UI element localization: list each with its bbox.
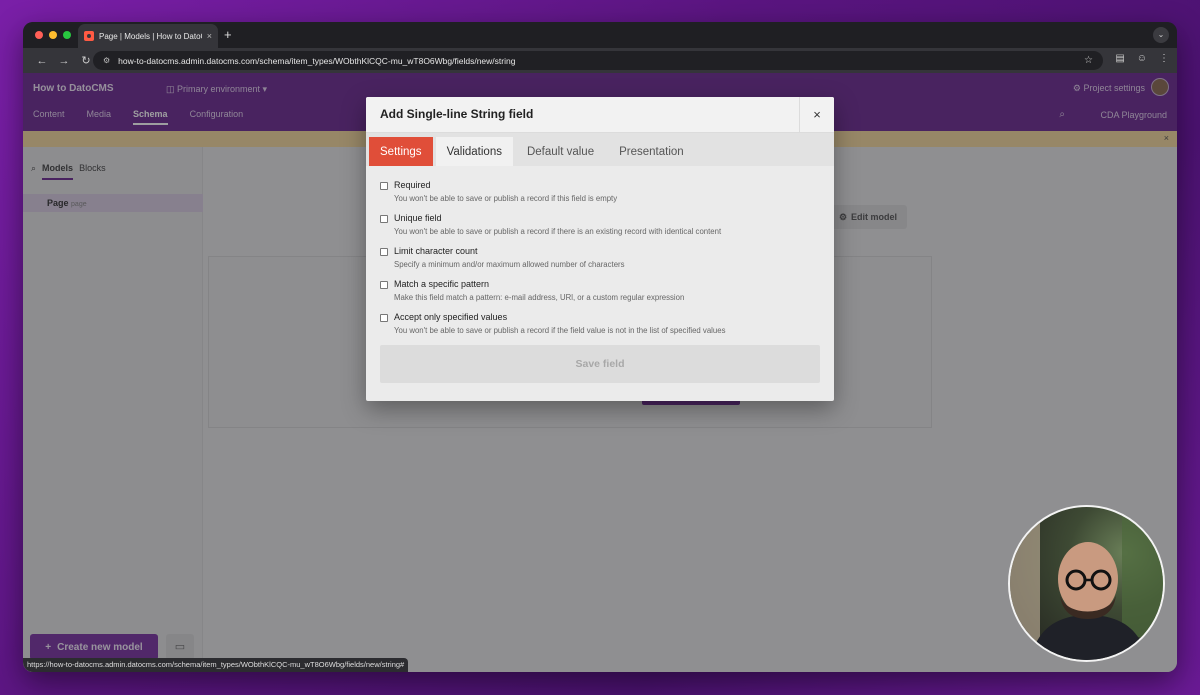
tab-close-icon[interactable]: × — [207, 31, 212, 41]
bookmark-star-icon[interactable]: ☆ — [1084, 55, 1093, 66]
browser-menu-icon[interactable]: ⋮ — [1159, 53, 1169, 64]
profile-icon[interactable]: ☺ — [1137, 53, 1147, 64]
status-bar-url: https://how-to-datocms.admin.datocms.com… — [23, 658, 409, 672]
option-pattern: Match a specific pattern Make this field… — [380, 279, 820, 302]
option-required: Required You won't be able to save or pu… — [380, 180, 820, 203]
toolbar-actions: ▤ ☺ ⋮ — [1115, 53, 1169, 64]
back-icon[interactable]: ← — [31, 55, 53, 67]
save-field-button[interactable]: Save field — [380, 345, 820, 383]
tab-validations[interactable]: Validations — [435, 137, 513, 166]
tab-title: Page | Models | How to DatoCMS — [99, 31, 202, 41]
modal-tabs: Settings Validations Default value Prese… — [366, 133, 834, 166]
option-length: Limit character count Specify a minimum … — [380, 246, 820, 269]
url-text[interactable]: how-to-datocms.admin.datocms.com/schema/… — [118, 56, 515, 66]
modal-header: Add Single-line String field × — [366, 97, 834, 133]
forward-icon[interactable]: → — [53, 55, 75, 67]
webcam-overlay — [1008, 505, 1165, 662]
option-label[interactable]: Match a specific pattern — [394, 279, 684, 289]
tab-strip: Page | Models | How to DatoCMS × + ⌄ — [23, 22, 1177, 48]
validation-options: Required You won't be able to save or pu… — [366, 166, 834, 335]
side-panel-icon[interactable]: ▤ — [1115, 53, 1124, 64]
datocms-favicon-icon — [84, 31, 94, 41]
required-checkbox[interactable] — [380, 182, 388, 190]
option-hint: Make this field match a pattern: e-mail … — [394, 293, 685, 302]
minimize-window-button[interactable] — [49, 31, 57, 39]
length-checkbox[interactable] — [380, 248, 388, 256]
window-controls — [35, 31, 71, 39]
maximize-window-button[interactable] — [63, 31, 71, 39]
option-label[interactable]: Limit character count — [394, 246, 625, 256]
option-label[interactable]: Required — [394, 180, 617, 190]
enum-checkbox[interactable] — [380, 314, 388, 322]
pattern-checkbox[interactable] — [380, 281, 388, 289]
browser-tab[interactable]: Page | Models | How to DatoCMS × — [78, 24, 218, 48]
tab-default-value[interactable]: Default value — [516, 137, 605, 166]
close-window-button[interactable] — [35, 31, 43, 39]
option-enum: Accept only specified values You won't b… — [380, 312, 820, 335]
option-hint: You won't be able to save or publish a r… — [394, 227, 722, 236]
add-field-modal: Add Single-line String field × Settings … — [366, 97, 834, 401]
address-bar[interactable]: ⚙ how-to-datocms.admin.datocms.com/schem… — [93, 51, 1103, 70]
option-hint: You won't be able to save or publish a r… — [394, 326, 726, 335]
close-icon[interactable]: × — [799, 97, 834, 133]
option-hint: You won't be able to save or publish a r… — [394, 194, 618, 203]
tab-settings[interactable]: Settings — [369, 137, 433, 166]
option-hint: Specify a minimum and/or maximum allowed… — [394, 260, 625, 269]
browser-toolbar: ← → ↻ ⚙ how-to-datocms.admin.datocms.com… — [23, 48, 1177, 73]
option-label[interactable]: Accept only specified values — [394, 312, 725, 322]
site-info-icon[interactable]: ⚙ — [103, 56, 110, 65]
modal-title: Add Single-line String field — [380, 107, 534, 121]
option-unique: Unique field You won't be able to save o… — [380, 213, 820, 236]
tab-presentation[interactable]: Presentation — [608, 137, 695, 166]
option-label[interactable]: Unique field — [394, 213, 721, 223]
unique-checkbox[interactable] — [380, 215, 388, 223]
presenter-image — [1010, 507, 1163, 660]
tab-search-button[interactable]: ⌄ — [1153, 27, 1169, 43]
new-tab-button[interactable]: + — [224, 27, 232, 42]
